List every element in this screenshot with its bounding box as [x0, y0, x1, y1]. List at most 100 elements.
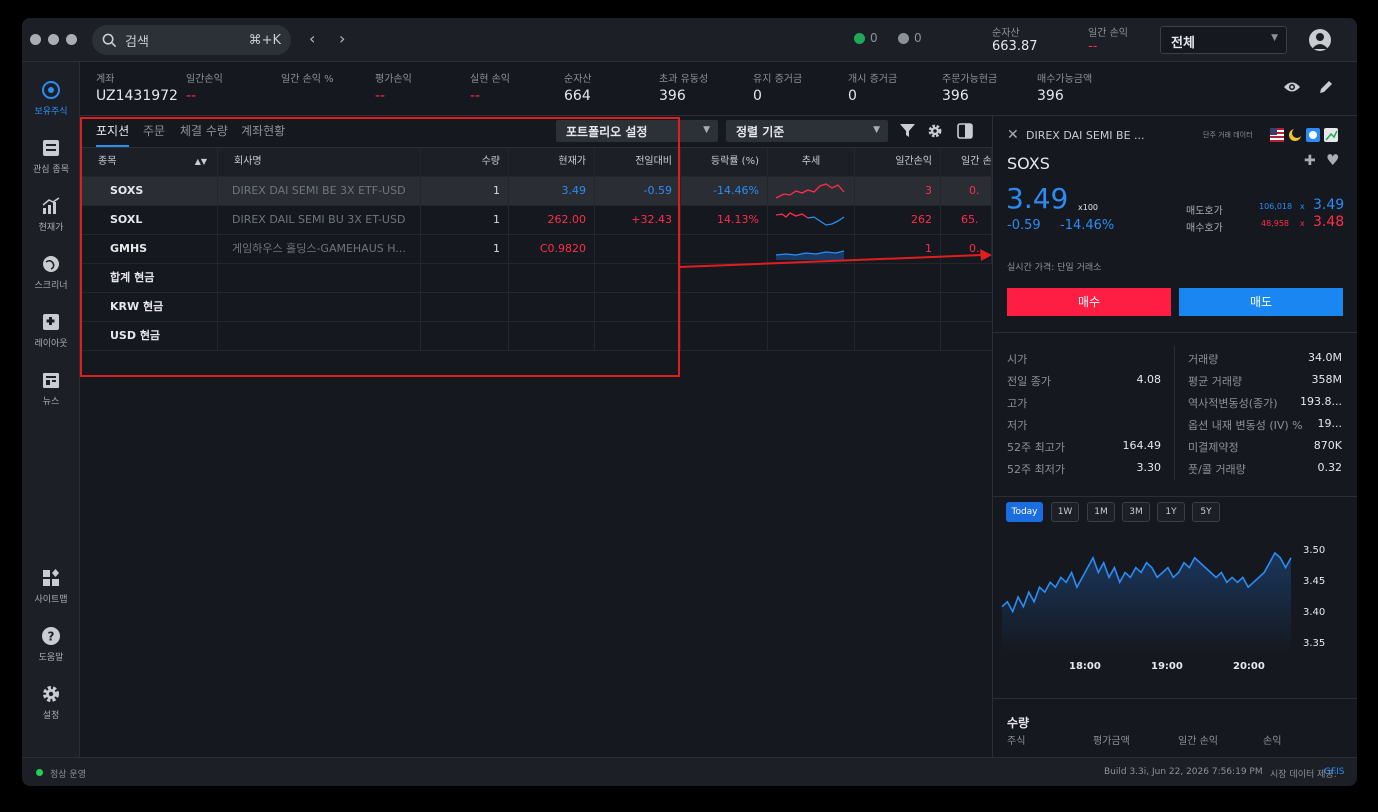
header-symbol[interactable]: 종목 ▲▼ [80, 148, 218, 176]
quote-panel: ✕ DIREX DAI SEMI BE ... 단주 거래 데이터 SOXS ✚… [992, 116, 1357, 757]
eye-icon[interactable] [1283, 80, 1301, 94]
change-cell: -0.59 [595, 177, 681, 205]
header-trend[interactable]: 추세 [768, 148, 855, 176]
edit-icon[interactable] [1318, 79, 1334, 95]
table-row[interactable]: SOXL DIREX DAIL SEMI BU 3X ET-USD 1 262.… [80, 206, 992, 235]
stat-value: 358M [1311, 373, 1343, 386]
table-row[interactable]: SOXS DIREX DAI SEMI BE 3X ETF-USD 1 3.49… [80, 177, 992, 206]
sidebar-item-watchlist[interactable]: 관심 종목 [22, 138, 80, 175]
sidebar-item-quote[interactable]: 현재가 [22, 196, 80, 233]
range-5y-button[interactable]: 5Y [1192, 502, 1220, 522]
cash-krw-cell[interactable]: KRW 현금 [80, 293, 218, 321]
holding-col-shares: 주식 [1007, 736, 1026, 747]
buy-button[interactable]: 매수 [1007, 288, 1171, 316]
header-qty[interactable]: 수량 [421, 148, 509, 176]
ask-price[interactable]: 3.49 [1313, 197, 1344, 213]
avatar[interactable] [1309, 29, 1331, 51]
account-select-value: 전체 [1171, 36, 1195, 51]
daily-pl-pct-cell: 0. [941, 177, 992, 205]
portfolio-settings-dropdown[interactable]: 포트폴리오 설정 ▼ [556, 120, 718, 142]
panel-toggle-icon[interactable] [957, 123, 973, 139]
sidebar-item-settings[interactable]: 설정 [22, 684, 80, 721]
header-company[interactable]: 회사명 [218, 148, 421, 176]
back-arrow-icon[interactable]: ‹ [309, 29, 315, 48]
header-change-pct[interactable]: 등락률 (%) [681, 148, 768, 176]
divider [993, 698, 1357, 699]
header-daily-pl-pct[interactable]: 일간 손 [941, 148, 992, 176]
header-change[interactable]: 전일대비 [595, 148, 681, 176]
tab-account-status[interactable]: 계좌현황 [241, 122, 285, 145]
sidebar-item-label: 보유주식 [34, 107, 68, 117]
empty-cell [509, 322, 595, 350]
holding-col-pl: 손익 [1263, 736, 1282, 747]
bid-label: 매수호가 [1186, 223, 1223, 234]
forward-arrow-icon[interactable]: › [339, 29, 345, 48]
intraday-price-chart[interactable]: 3.50 3.45 3.40 3.35 18:00 19:00 20:00 [993, 534, 1357, 684]
tab-orders[interactable]: 주문 [143, 122, 165, 145]
empty-cell [768, 322, 855, 350]
tab-executions[interactable]: 체결 수량 [180, 122, 228, 145]
help-icon: ? [42, 627, 60, 645]
account-select[interactable]: 전체 ▼ [1160, 26, 1287, 54]
sidebar-item-label: 설정 [42, 711, 60, 721]
qty-cell: 1 [421, 206, 509, 234]
trend-cell [768, 206, 855, 234]
qty-cell: 1 [421, 177, 509, 205]
range-3m-button[interactable]: 3M [1122, 502, 1150, 522]
cash-total-cell[interactable]: 합계 현금 [80, 264, 218, 292]
daily-pl-value: -- [186, 88, 197, 104]
chevron-down-icon: ▼ [873, 125, 880, 135]
close-icon[interactable]: ✕ [1007, 127, 1019, 143]
add-alert-icon[interactable]: ✚ [1304, 153, 1316, 169]
filled-count: 0 [870, 31, 878, 45]
symbol-cell[interactable]: SOXL [80, 206, 218, 234]
header-price[interactable]: 현재가 [509, 148, 595, 176]
symbol-cell[interactable]: SOXS [80, 177, 218, 205]
sell-button[interactable]: 매도 [1179, 288, 1343, 316]
app-window: 검색 ⌘+K ‹ › 0 0 순자산 663.87 일간 손익 -- 전체 ▼ 보… [22, 18, 1357, 786]
table-row[interactable]: KRW 현금 [80, 293, 992, 322]
ask-times: x [1300, 202, 1305, 211]
sidebar-item-label: 현재가 [38, 223, 64, 233]
sidebar-item-portfolio[interactable]: 보유주식 [22, 80, 80, 117]
change-cell: +32.43 [595, 206, 681, 234]
working-orders-stat[interactable]: 0 [898, 31, 922, 45]
window-dot-icon[interactable] [48, 34, 59, 45]
stat-label: 미결제약정 [1188, 441, 1239, 454]
divider [1174, 346, 1175, 480]
working-count: 0 [914, 31, 922, 45]
change-cell [595, 235, 681, 263]
window-dot-icon[interactable] [66, 34, 77, 45]
range-1w-button[interactable]: 1W [1051, 502, 1079, 522]
table-row[interactable]: USD 현금 [80, 322, 992, 351]
gear-icon[interactable] [927, 123, 943, 139]
range-1y-button[interactable]: 1Y [1157, 502, 1185, 522]
sidebar-item-help[interactable]: ? 도움말 [22, 626, 80, 663]
y-tick-label: 3.50 [1303, 545, 1325, 556]
sort-dropdown[interactable]: 정렬 기준 ▼ [726, 120, 888, 142]
tab-positions[interactable]: 포지션 [96, 122, 130, 147]
sidebar-item-screener[interactable]: 스크리너 [22, 254, 80, 291]
data-provider-link[interactable]: GFIS [1324, 767, 1345, 777]
symbol-cell[interactable]: GMHS [80, 235, 218, 263]
quote-change: -0.59 [1007, 218, 1041, 233]
filled-orders-stat[interactable]: 0 [854, 31, 878, 45]
window-dot-icon[interactable] [30, 34, 41, 45]
svg-text:?: ? [48, 630, 55, 644]
sidebar-item-sitemap[interactable]: 사이트맵 [22, 568, 80, 605]
stat-value: 193.8... [1300, 395, 1342, 408]
sidebar-item-layout[interactable]: 레이아웃 [22, 312, 80, 349]
sparkline-soxs [775, 183, 845, 199]
header-daily-pl[interactable]: 일간손익 [855, 148, 941, 176]
sidebar-item-label: 관심 종목 [33, 165, 69, 175]
sidebar-item-news[interactable]: 뉴스 [22, 370, 80, 407]
bid-size: 48,958 [1261, 219, 1289, 228]
cash-usd-cell[interactable]: USD 현금 [80, 322, 218, 350]
range-1m-button[interactable]: 1M [1087, 502, 1115, 522]
bid-price[interactable]: 3.48 [1313, 214, 1344, 230]
range-today-button[interactable]: Today [1006, 502, 1043, 522]
heart-icon[interactable]: ♥ [1326, 151, 1339, 169]
search-input[interactable]: 검색 ⌘+K [92, 25, 291, 55]
filter-icon[interactable] [900, 124, 915, 138]
stat-label: 평균 거래량 [1188, 375, 1243, 388]
